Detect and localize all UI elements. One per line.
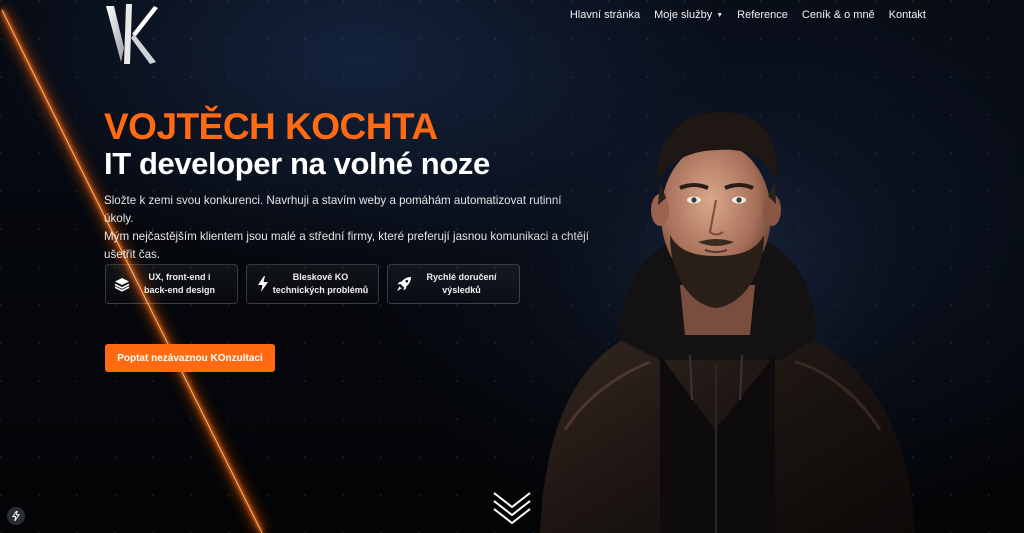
description-line: ušetřit čas. (104, 248, 161, 261)
nav-item-label: Kontakt (888, 9, 926, 21)
nav-item-label: Reference (737, 9, 788, 21)
feature-label-line: výsledků (442, 285, 481, 295)
nav-item-services[interactable]: Moje služby ▼ (654, 9, 723, 21)
developer-portrait (520, 100, 940, 533)
lightning-icon (11, 511, 21, 521)
feature-label-line: Rychlé doručení (426, 272, 497, 282)
feature-label-line: technických problémů (272, 285, 369, 295)
lightning-badge-icon[interactable] (7, 507, 25, 525)
description-line: Složte k zemi svou konkurenci. Navrhuji … (104, 194, 562, 225)
nav-item-label: Hlavní stránka (569, 9, 641, 21)
hero-section: Hlavní stránka Moje služby ▼ Reference Ce… (0, 0, 1024, 533)
vk-monogram-logo[interactable] (104, 4, 158, 66)
nav-item-contact[interactable]: Kontakt (889, 9, 926, 21)
chevron-down-icon: ▼ (716, 11, 724, 19)
feature-label: UX, front-end i back-end design (130, 271, 229, 297)
feature-label: Bleskové KO technických problémů (271, 271, 370, 297)
nav-item-references[interactable]: Reference (737, 9, 788, 21)
consultation-cta-button[interactable]: Poptat nezávaznou KOnzultaci (105, 344, 275, 372)
feature-list: UX, front-end i back-end design Bleskové… (105, 264, 520, 304)
nav-item-label: Moje služby (654, 9, 713, 21)
lightning-icon (258, 276, 268, 292)
feature-label-line: back-end design (143, 285, 215, 295)
main-navigation: Hlavní stránka Moje služby ▼ Reference Ce… (570, 9, 926, 21)
description-line: Mým nejčastějším klientem jsou malé a st… (104, 230, 589, 243)
nav-item-home[interactable]: Hlavní stránka (570, 9, 640, 21)
rocket-icon (397, 277, 411, 291)
hero-name: VOJTĚCH KOCHTA (104, 106, 438, 147)
hero-tagline: IT developer na volné noze (104, 146, 490, 181)
feature-card: UX, front-end i back-end design (105, 264, 238, 304)
feature-label: Rychlé doručení výsledků (412, 271, 511, 297)
feature-label-line: Bleskové KO (292, 272, 349, 282)
feature-card: Bleskové KO technických problémů (246, 264, 379, 304)
nav-item-pricing-about[interactable]: Ceník & o mně (802, 9, 875, 21)
feature-card: Rychlé doručení výsledků (387, 264, 520, 304)
feature-label-line: UX, front-end i (148, 272, 211, 282)
scroll-down-icon[interactable] (492, 489, 532, 529)
layers-icon (114, 278, 130, 292)
nav-item-label: Ceník & o mně (801, 9, 875, 21)
